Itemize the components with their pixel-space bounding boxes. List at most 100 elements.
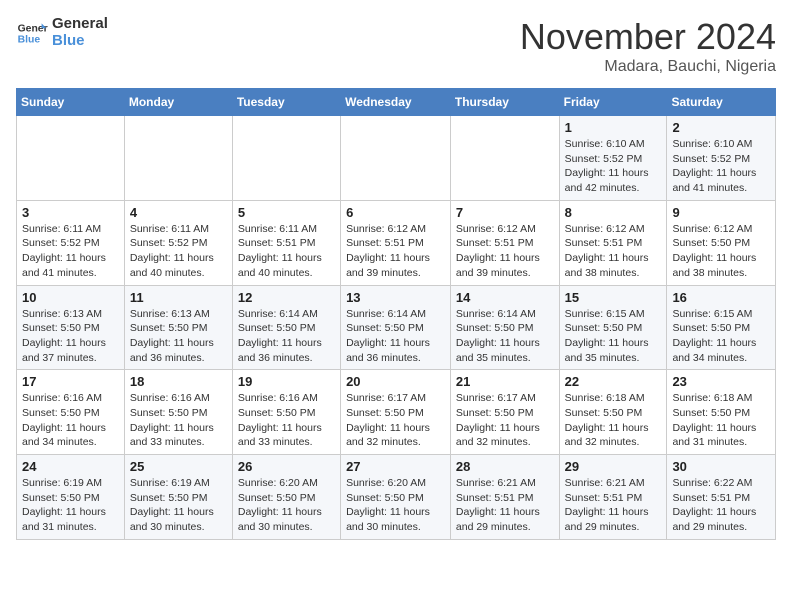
day-number: 5 bbox=[238, 205, 335, 220]
day-number: 12 bbox=[238, 290, 335, 305]
day-info: Sunrise: 6:12 AMSunset: 5:51 PMDaylight:… bbox=[565, 222, 662, 281]
day-number: 23 bbox=[672, 374, 770, 389]
day-info: Sunrise: 6:18 AMSunset: 5:50 PMDaylight:… bbox=[565, 391, 662, 450]
calendar-cell: 8 Sunrise: 6:12 AMSunset: 5:51 PMDaylight… bbox=[559, 200, 667, 285]
day-number: 26 bbox=[238, 459, 335, 474]
calendar-cell: 22 Sunrise: 6:18 AMSunset: 5:50 PMDayligh… bbox=[559, 370, 667, 455]
day-info: Sunrise: 6:17 AMSunset: 5:50 PMDaylight:… bbox=[456, 391, 554, 450]
calendar-cell: 2Sunrise: 6:10 AMSunset: 5:52 PMDaylight… bbox=[667, 116, 776, 201]
weekday-header-tuesday: Tuesday bbox=[232, 89, 340, 116]
calendar-cell: 30Sunrise: 6:22 AMSunset: 5:51 PMDayligh… bbox=[667, 455, 776, 540]
day-info: Sunrise: 6:12 AMSunset: 5:51 PMDaylight:… bbox=[346, 222, 445, 281]
day-info: Sunrise: 6:19 AMSunset: 5:50 PMDaylight:… bbox=[22, 476, 119, 535]
day-info: Sunrise: 6:10 AMSunset: 5:52 PMDaylight:… bbox=[565, 137, 662, 196]
calendar-cell: 7Sunrise: 6:12 AMSunset: 5:51 PMDaylight… bbox=[450, 200, 559, 285]
calendar-cell: 24Sunrise: 6:19 AMSunset: 5:50 PMDayligh… bbox=[17, 455, 125, 540]
weekday-header-wednesday: Wednesday bbox=[341, 89, 451, 116]
calendar-week-row: 10 Sunrise: 6:13 AMSunset: 5:50 PMDayligh… bbox=[17, 285, 776, 370]
day-info: Sunrise: 6:16 AMSunset: 5:50 PMDaylight:… bbox=[130, 391, 227, 450]
day-number: 20 bbox=[346, 374, 445, 389]
logo-line1: General bbox=[52, 16, 108, 33]
svg-text:Blue: Blue bbox=[18, 34, 41, 45]
day-number: 11 bbox=[130, 290, 227, 305]
calendar-cell: 19 Sunrise: 6:16 AMSunset: 5:50 PMDayligh… bbox=[232, 370, 340, 455]
calendar-cell: 16 Sunrise: 6:15 AMSunset: 5:50 PMDayligh… bbox=[667, 285, 776, 370]
calendar-cell: 9 Sunrise: 6:12 AMSunset: 5:50 PMDaylight… bbox=[667, 200, 776, 285]
day-info: Sunrise: 6:16 AMSunset: 5:50 PMDaylight:… bbox=[22, 391, 119, 450]
calendar-cell bbox=[232, 116, 340, 201]
day-number: 13 bbox=[346, 290, 445, 305]
calendar-table: SundayMondayTuesdayWednesdayThursdayFrid… bbox=[16, 88, 776, 540]
logo: General Blue General Blue bbox=[16, 16, 108, 49]
day-info: Sunrise: 6:12 AMSunset: 5:50 PMDaylight:… bbox=[672, 222, 770, 281]
weekday-header-thursday: Thursday bbox=[450, 89, 559, 116]
calendar-cell: 3Sunrise: 6:11 AMSunset: 5:52 PMDaylight… bbox=[17, 200, 125, 285]
calendar-cell: 18 Sunrise: 6:16 AMSunset: 5:50 PMDayligh… bbox=[124, 370, 232, 455]
calendar-cell bbox=[17, 116, 125, 201]
day-info: Sunrise: 6:16 AMSunset: 5:50 PMDaylight:… bbox=[238, 391, 335, 450]
weekday-header-friday: Friday bbox=[559, 89, 667, 116]
page-header: General Blue General Blue November 2024 … bbox=[16, 16, 776, 76]
calendar-cell: 12 Sunrise: 6:14 AMSunset: 5:50 PMDayligh… bbox=[232, 285, 340, 370]
calendar-week-row: 24Sunrise: 6:19 AMSunset: 5:50 PMDayligh… bbox=[17, 455, 776, 540]
day-number: 21 bbox=[456, 374, 554, 389]
day-info: Sunrise: 6:14 AMSunset: 5:50 PMDaylight:… bbox=[238, 307, 335, 366]
title-block: November 2024 Madara, Bauchi, Nigeria bbox=[520, 16, 776, 76]
calendar-cell: 21 Sunrise: 6:17 AMSunset: 5:50 PMDayligh… bbox=[450, 370, 559, 455]
day-info: Sunrise: 6:19 AMSunset: 5:50 PMDaylight:… bbox=[130, 476, 227, 535]
day-info: Sunrise: 6:21 AMSunset: 5:51 PMDaylight:… bbox=[456, 476, 554, 535]
day-number: 28 bbox=[456, 459, 554, 474]
day-info: Sunrise: 6:10 AMSunset: 5:52 PMDaylight:… bbox=[672, 137, 770, 196]
calendar-header: SundayMondayTuesdayWednesdayThursdayFrid… bbox=[17, 89, 776, 116]
calendar-cell: 14Sunrise: 6:14 AMSunset: 5:50 PMDayligh… bbox=[450, 285, 559, 370]
logo-icon: General Blue bbox=[16, 17, 48, 49]
svg-text:General: General bbox=[18, 23, 48, 34]
weekday-header-sunday: Sunday bbox=[17, 89, 125, 116]
day-number: 10 bbox=[22, 290, 119, 305]
day-info: Sunrise: 6:14 AMSunset: 5:50 PMDaylight:… bbox=[456, 307, 554, 366]
day-number: 8 bbox=[565, 205, 662, 220]
calendar-cell: 20 Sunrise: 6:17 AMSunset: 5:50 PMDayligh… bbox=[341, 370, 451, 455]
day-info: Sunrise: 6:20 AMSunset: 5:50 PMDaylight:… bbox=[238, 476, 335, 535]
calendar-cell bbox=[124, 116, 232, 201]
weekday-header-monday: Monday bbox=[124, 89, 232, 116]
calendar-week-row: 1Sunrise: 6:10 AMSunset: 5:52 PMDaylight… bbox=[17, 116, 776, 201]
weekday-header-saturday: Saturday bbox=[667, 89, 776, 116]
day-number: 25 bbox=[130, 459, 227, 474]
day-number: 22 bbox=[565, 374, 662, 389]
calendar-cell: 13 Sunrise: 6:14 AMSunset: 5:50 PMDayligh… bbox=[341, 285, 451, 370]
calendar-cell: 27Sunrise: 6:20 AMSunset: 5:50 PMDayligh… bbox=[341, 455, 451, 540]
day-number: 27 bbox=[346, 459, 445, 474]
calendar-week-row: 17 Sunrise: 6:16 AMSunset: 5:50 PMDayligh… bbox=[17, 370, 776, 455]
day-number: 17 bbox=[22, 374, 119, 389]
calendar-cell: 6Sunrise: 6:12 AMSunset: 5:51 PMDaylight… bbox=[341, 200, 451, 285]
calendar-cell: 26 Sunrise: 6:20 AMSunset: 5:50 PMDayligh… bbox=[232, 455, 340, 540]
day-info: Sunrise: 6:15 AMSunset: 5:50 PMDaylight:… bbox=[672, 307, 770, 366]
calendar-cell bbox=[450, 116, 559, 201]
calendar-cell: 23Sunrise: 6:18 AMSunset: 5:50 PMDayligh… bbox=[667, 370, 776, 455]
logo-line2: Blue bbox=[52, 33, 108, 50]
day-info: Sunrise: 6:11 AMSunset: 5:52 PMDaylight:… bbox=[130, 222, 227, 281]
day-number: 3 bbox=[22, 205, 119, 220]
day-number: 9 bbox=[672, 205, 770, 220]
day-number: 15 bbox=[565, 290, 662, 305]
day-number: 7 bbox=[456, 205, 554, 220]
day-info: Sunrise: 6:14 AMSunset: 5:50 PMDaylight:… bbox=[346, 307, 445, 366]
calendar-cell: 1Sunrise: 6:10 AMSunset: 5:52 PMDaylight… bbox=[559, 116, 667, 201]
day-number: 19 bbox=[238, 374, 335, 389]
weekday-header-row: SundayMondayTuesdayWednesdayThursdayFrid… bbox=[17, 89, 776, 116]
calendar-cell: 5 Sunrise: 6:11 AMSunset: 5:51 PMDaylight… bbox=[232, 200, 340, 285]
calendar-week-row: 3 Sunrise: 6:11 AMSunset: 5:52 PMDaylight… bbox=[17, 200, 776, 285]
day-info: Sunrise: 6:22 AMSunset: 5:51 PMDaylight:… bbox=[672, 476, 770, 535]
day-info: Sunrise: 6:13 AMSunset: 5:50 PMDaylight:… bbox=[22, 307, 119, 366]
calendar-cell: 28 Sunrise: 6:21 AMSunset: 5:51 PMDayligh… bbox=[450, 455, 559, 540]
day-number: 16 bbox=[672, 290, 770, 305]
day-number: 29 bbox=[565, 459, 662, 474]
month-title: November 2024 bbox=[520, 16, 776, 58]
day-info: Sunrise: 6:17 AMSunset: 5:50 PMDaylight:… bbox=[346, 391, 445, 450]
day-info: Sunrise: 6:11 AMSunset: 5:51 PMDaylight:… bbox=[238, 222, 335, 281]
calendar-cell: 17 Sunrise: 6:16 AMSunset: 5:50 PMDayligh… bbox=[17, 370, 125, 455]
calendar-body: 1Sunrise: 6:10 AMSunset: 5:52 PMDaylight… bbox=[17, 116, 776, 540]
calendar-cell: 29Sunrise: 6:21 AMSunset: 5:51 PMDayligh… bbox=[559, 455, 667, 540]
day-number: 18 bbox=[130, 374, 227, 389]
